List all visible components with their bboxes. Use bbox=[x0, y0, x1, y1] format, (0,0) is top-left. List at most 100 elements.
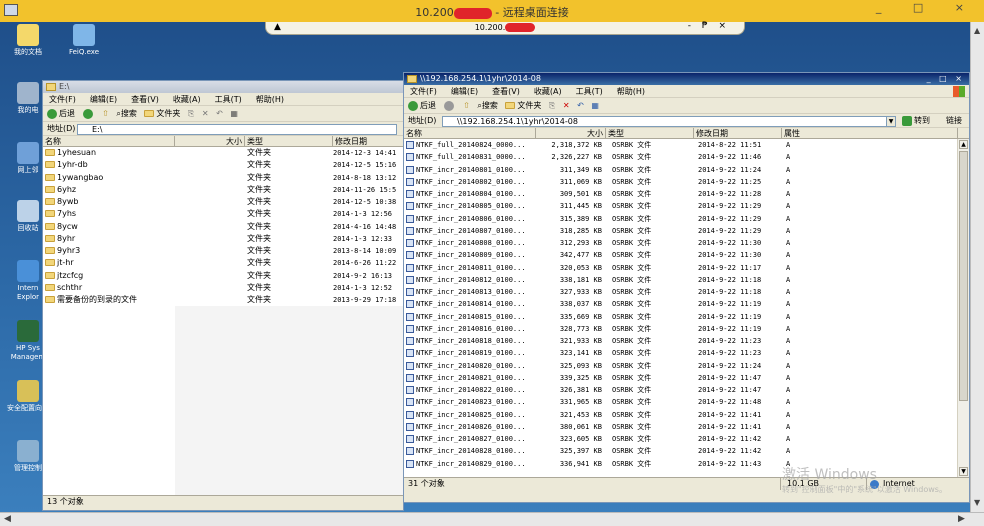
table-row[interactable]: NTKF_incr_20140804_0100... 309,501 KB OSRB… bbox=[404, 188, 969, 200]
folders-button[interactable]: 文件夹 bbox=[144, 106, 180, 122]
scroll-right-icon[interactable]: ▶ bbox=[958, 514, 965, 524]
table-row[interactable]: NTKF_incr_20140825_0100... 321,453 KB OSRB… bbox=[404, 409, 969, 421]
links-label[interactable]: 链接 bbox=[946, 114, 962, 128]
table-row[interactable]: NTKF_incr_20140812_0100... 338,181 KB OSRB… bbox=[404, 274, 969, 286]
table-row[interactable]: NTKF_incr_20140815_0100... 335,669 KB OSRB… bbox=[404, 311, 969, 323]
address-dropdown[interactable]: ▼ bbox=[886, 116, 896, 127]
explorer-title-bar-active[interactable]: \\192.168.254.1\1yhr\2014-08 _ □ × bbox=[404, 73, 969, 85]
views-icon[interactable]: ▦ bbox=[230, 106, 238, 122]
scroll-thumb[interactable] bbox=[959, 151, 968, 401]
col-type[interactable]: 类型 bbox=[606, 128, 694, 139]
views-icon[interactable]: ▦ bbox=[591, 98, 599, 114]
delete-icon[interactable]: ✕ bbox=[202, 106, 209, 122]
table-row[interactable]: NTKF_incr_20140814_0100... 338,037 KB OSRB… bbox=[404, 298, 969, 310]
table-row[interactable]: jt-hr 文件夹 2014-6-26 11:22 bbox=[43, 257, 403, 269]
up-folder-icon[interactable]: ⇧ bbox=[102, 106, 109, 122]
vertical-scrollbar[interactable]: ▲ ▼ bbox=[957, 139, 969, 477]
table-row[interactable]: 9yhr3 文件夹 2013-8-14 10:09 bbox=[43, 245, 403, 257]
col-size[interactable]: 大小 bbox=[175, 136, 245, 147]
delete-icon[interactable]: ✕ bbox=[563, 98, 570, 114]
menu-file[interactable]: 文件(F) bbox=[49, 93, 76, 106]
menu-favorites[interactable]: 收藏(A) bbox=[534, 85, 562, 98]
table-row[interactable]: NTKF_incr_20140826_0100... 380,061 KB OSRB… bbox=[404, 421, 969, 433]
menu-view[interactable]: 查看(V) bbox=[131, 93, 159, 106]
table-row[interactable]: 1ywangbao 文件夹 2014-8-18 13:12 bbox=[43, 172, 403, 184]
rdp-window-controls[interactable]: _ □ × bbox=[876, 1, 978, 14]
table-row[interactable]: 7yhs 文件夹 2014-1-3 12:56 bbox=[43, 208, 403, 220]
table-row[interactable]: NTKF_incr_20140819_0100... 323,141 KB OSRB… bbox=[404, 347, 969, 359]
table-row[interactable]: 6yhz 文件夹 2014-11-26 15:5 bbox=[43, 184, 403, 196]
menu-tools[interactable]: 工具(T) bbox=[576, 85, 603, 98]
scroll-down-icon[interactable]: ▼ bbox=[974, 498, 980, 507]
explorer-title-bar[interactable]: E:\ bbox=[43, 81, 403, 93]
up-folder-icon[interactable]: ⇧ bbox=[463, 98, 470, 114]
table-row[interactable]: 8ywb 文件夹 2014-12-5 10:38 bbox=[43, 196, 403, 208]
table-row[interactable]: NTKF_incr_20140822_0100... 326,381 KB OSRB… bbox=[404, 384, 969, 396]
table-row[interactable]: NTKF_incr_20140811_0100... 320,053 KB OSRB… bbox=[404, 262, 969, 274]
table-row[interactable]: NTKF_incr_20140816_0100... 328,773 KB OSRB… bbox=[404, 323, 969, 335]
table-row[interactable]: NTKF_incr_20140813_0100... 327,933 KB OSRB… bbox=[404, 286, 969, 298]
table-row[interactable]: NTKF_incr_20140827_0100... 323,605 KB OSRB… bbox=[404, 433, 969, 445]
menu-edit[interactable]: 编辑(E) bbox=[451, 85, 478, 98]
table-row[interactable]: 1yhr-db 文件夹 2014-12-5 15:16 bbox=[43, 159, 403, 171]
menu-favorites[interactable]: 收藏(A) bbox=[173, 93, 201, 106]
table-row[interactable]: NTKF_incr_20140821_0100... 339,325 KB OSRB… bbox=[404, 372, 969, 384]
table-row[interactable]: 1yhesuan 文件夹 2014-12-3 14:41 bbox=[43, 147, 403, 159]
scroll-up-icon[interactable]: ▲ bbox=[959, 140, 968, 149]
table-row[interactable]: NTKF_incr_20140805_0100... 311,445 KB OSRB… bbox=[404, 200, 969, 212]
table-row[interactable]: NTKF_incr_20140808_0100... 312,293 KB OSRB… bbox=[404, 237, 969, 249]
move-icon[interactable]: ⎘ bbox=[549, 98, 555, 114]
menu-edit[interactable]: 编辑(E) bbox=[90, 93, 117, 106]
go-button[interactable]: 转到 bbox=[902, 115, 930, 127]
undo-icon[interactable]: ↶ bbox=[216, 106, 223, 122]
col-name[interactable]: 名称 bbox=[43, 136, 175, 147]
rdp-horizontal-scrollbar[interactable]: ◀ ▶ bbox=[0, 512, 984, 526]
col-date[interactable]: 修改日期 bbox=[333, 136, 403, 147]
table-row[interactable]: NTKF_incr_20140809_0100... 342,477 KB OSRB… bbox=[404, 249, 969, 261]
rdp-vertical-scrollbar[interactable]: ▲ ▼ bbox=[970, 22, 984, 512]
table-row[interactable]: NTKF_incr_20140807_0100... 318,285 KB OSRB… bbox=[404, 225, 969, 237]
desktop-icon[interactable]: FeiQ.exe bbox=[62, 24, 106, 57]
address-input[interactable]: \\192.168.254.1\1yhr\2014-08 bbox=[442, 116, 896, 127]
col-attributes[interactable]: 属性 bbox=[782, 128, 958, 139]
search-button[interactable]: ⌕搜索 bbox=[116, 106, 136, 122]
back-button[interactable]: 后退 bbox=[408, 98, 436, 114]
desktop-icon[interactable]: 我的文档 bbox=[6, 24, 50, 57]
scroll-up-icon[interactable]: ▲ bbox=[974, 26, 980, 35]
table-row[interactable]: NTKF_incr_20140802_0100... 311,069 KB OSRB… bbox=[404, 176, 969, 188]
table-row[interactable]: 8yhr 文件夹 2014-1-3 12:33 bbox=[43, 233, 403, 245]
table-row[interactable]: NTKF_full_20140831_0000... 2,326,227 KB OS… bbox=[404, 151, 969, 163]
col-name[interactable]: 名称 bbox=[404, 128, 536, 139]
table-row[interactable]: NTKF_incr_20140818_0100... 321,933 KB OSRB… bbox=[404, 335, 969, 347]
table-row[interactable]: NTKF_incr_20140801_0100... 311,349 KB OSRB… bbox=[404, 164, 969, 176]
search-button[interactable]: ⌕搜索 bbox=[477, 98, 497, 114]
col-date[interactable]: 修改日期 bbox=[694, 128, 782, 139]
folders-button[interactable]: 文件夹 bbox=[505, 98, 541, 114]
table-row[interactable]: NTKF_incr_20140806_0100... 315,389 KB OSRB… bbox=[404, 213, 969, 225]
table-row[interactable]: NTKF_incr_20140823_0100... 331,965 KB OSRB… bbox=[404, 396, 969, 408]
table-row[interactable]: 需要备份的到录的文件 文件夹 2013-9-29 17:18 bbox=[43, 294, 403, 306]
scroll-left-icon[interactable]: ◀ bbox=[4, 514, 11, 524]
table-row[interactable]: schthr 文件夹 2014-1-3 12:52 bbox=[43, 282, 403, 294]
window-controls[interactable]: _ □ × bbox=[927, 73, 965, 85]
back-button[interactable]: 后退 bbox=[47, 106, 75, 122]
menu-view[interactable]: 查看(V) bbox=[492, 85, 520, 98]
menu-help[interactable]: 帮助(H) bbox=[617, 85, 645, 98]
move-icon[interactable]: ⎘ bbox=[188, 106, 194, 122]
table-row[interactable]: NTKF_full_20140824_0000... 2,318,372 KB OS… bbox=[404, 139, 969, 151]
undo-icon[interactable]: ↶ bbox=[577, 98, 584, 114]
menu-tools[interactable]: 工具(T) bbox=[215, 93, 242, 106]
menu-file[interactable]: 文件(F) bbox=[410, 85, 437, 98]
forward-button[interactable] bbox=[82, 106, 95, 122]
rdp-connection-bar[interactable]: ▲ 10.200. - ₱ × bbox=[265, 21, 745, 35]
forward-button[interactable] bbox=[443, 98, 456, 114]
table-row[interactable]: NTKF_incr_20140828_0100... 325,397 KB OSRB… bbox=[404, 445, 969, 457]
table-row[interactable]: 8ycw 文件夹 2014-4-16 14:48 bbox=[43, 221, 403, 233]
col-size[interactable]: 大小 bbox=[536, 128, 606, 139]
col-type[interactable]: 类型 bbox=[245, 136, 333, 147]
connection-bar-controls[interactable]: - ₱ × bbox=[688, 21, 730, 31]
address-input[interactable]: E:\ bbox=[77, 124, 397, 135]
table-row[interactable]: jtzcfcg 文件夹 2014-9-2 16:13 bbox=[43, 270, 403, 282]
table-row[interactable]: NTKF_incr_20140820_0100... 325,093 KB OSRB… bbox=[404, 360, 969, 372]
menu-help[interactable]: 帮助(H) bbox=[256, 93, 284, 106]
